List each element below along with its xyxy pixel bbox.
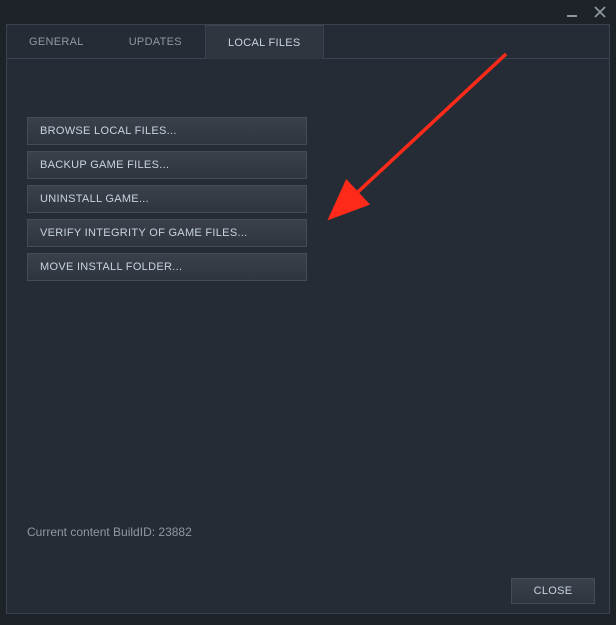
build-id-label: Current content BuildID: 23882 xyxy=(27,525,192,539)
minimize-button[interactable] xyxy=(564,4,580,20)
close-icon xyxy=(594,6,606,18)
tab-content: BROWSE LOCAL FILES... BACKUP GAME FILES.… xyxy=(7,59,609,569)
verify-integrity-button[interactable]: VERIFY INTEGRITY OF GAME FILES... xyxy=(27,219,307,247)
properties-window: GENERAL UPDATES LOCAL FILES BROWSE LOCAL… xyxy=(6,24,610,614)
tab-local-files[interactable]: LOCAL FILES xyxy=(205,25,324,60)
close-window-button[interactable] xyxy=(592,4,608,20)
tab-bar: GENERAL UPDATES LOCAL FILES xyxy=(7,25,609,59)
backup-game-files-button[interactable]: BACKUP GAME FILES... xyxy=(27,151,307,179)
titlebar xyxy=(0,0,616,24)
footer: CLOSE xyxy=(7,569,609,613)
browse-local-files-button[interactable]: BROWSE LOCAL FILES... xyxy=(27,117,307,145)
uninstall-game-button[interactable]: UNINSTALL GAME... xyxy=(27,185,307,213)
tab-updates[interactable]: UPDATES xyxy=(107,25,205,59)
minimize-icon xyxy=(566,6,578,18)
tab-general[interactable]: GENERAL xyxy=(7,25,107,59)
move-install-folder-button[interactable]: MOVE INSTALL FOLDER... xyxy=(27,253,307,281)
close-button[interactable]: CLOSE xyxy=(511,578,595,604)
